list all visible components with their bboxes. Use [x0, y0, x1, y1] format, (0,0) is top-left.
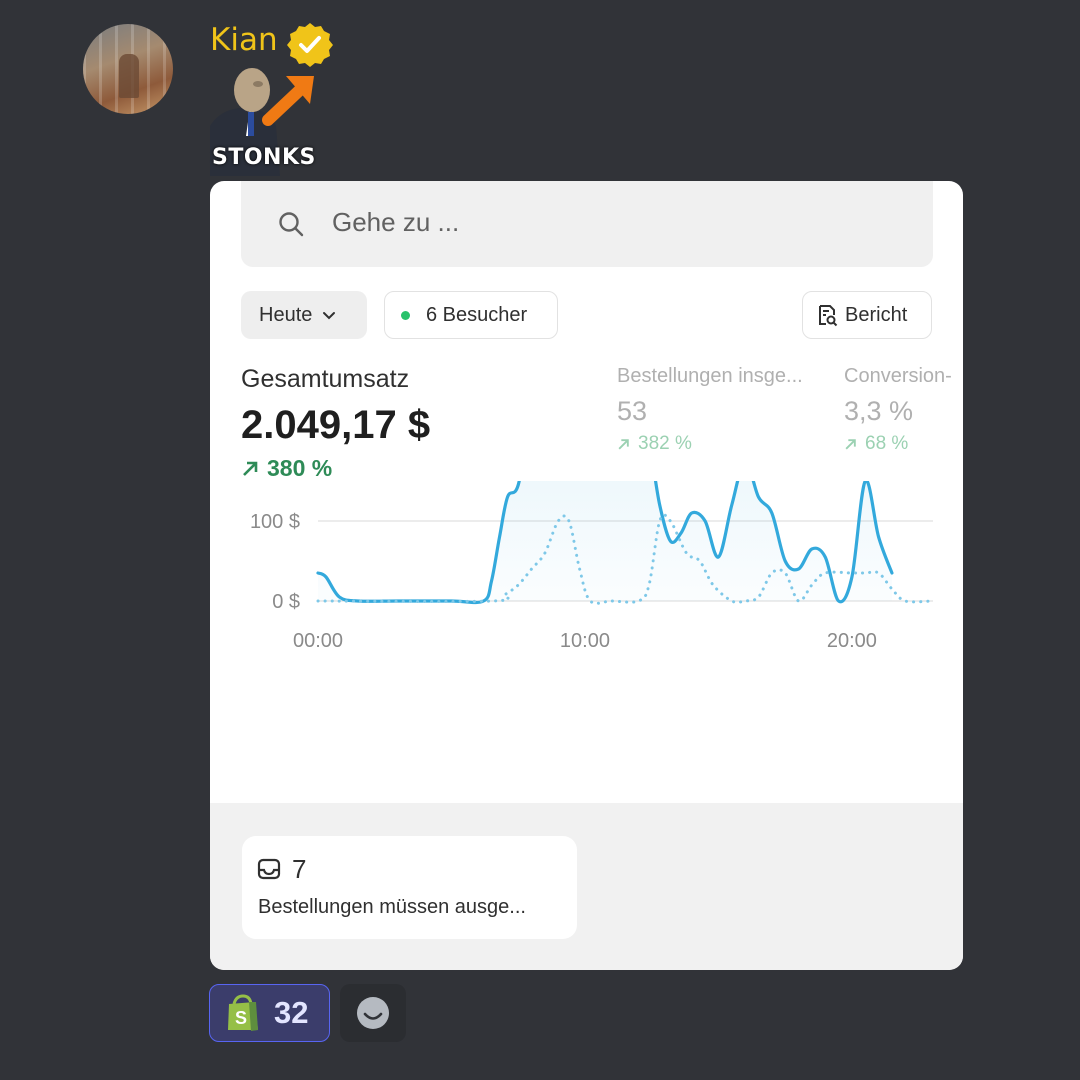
orders-change-value: 382 % — [638, 433, 692, 454]
orders-change: 382 % — [617, 433, 829, 455]
total-sales-change: 380 % — [241, 455, 332, 482]
total-sales-value: 2.049,17 $ — [241, 403, 431, 447]
orders-metric[interactable]: Bestellungen insge... 53 382 % — [617, 365, 829, 455]
live-visitors-button[interactable]: 6 Besucher — [384, 291, 558, 339]
verified-badge-icon — [287, 23, 333, 67]
reaction-count: 32 — [274, 995, 309, 1030]
search-icon — [279, 212, 304, 237]
report-icon — [819, 305, 838, 327]
report-button[interactable]: Bericht — [802, 291, 932, 339]
shopify-dashboard-card: Gehe zu ... Heute 6 Besucher Bericht Ges… — [210, 181, 963, 970]
sticker-label: STONKS — [212, 145, 316, 170]
arrow-up-right-icon — [845, 438, 856, 449]
orders-value: 53 — [617, 396, 648, 426]
x-tick-label: 10:00 — [560, 630, 610, 652]
chevron-down-icon — [323, 312, 336, 320]
x-tick-label: 00:00 — [293, 630, 343, 652]
x-tick-label: 20:00 — [827, 630, 877, 652]
live-dot-icon — [401, 310, 410, 320]
y-tick-label: 100 $ — [250, 511, 300, 533]
arrow-up-right-icon — [243, 461, 258, 476]
shopify-reaction-button[interactable]: S 32 — [209, 984, 330, 1042]
period-dropdown[interactable]: Heute — [241, 291, 367, 339]
report-label: Bericht — [845, 303, 908, 326]
inbox-icon — [257, 858, 281, 880]
visitors-label: 6 Besucher — [426, 303, 528, 326]
sales-line-chart[interactable]: 0 $100 $200 $00:0010:0020:00 — [210, 481, 963, 791]
stonks-sticker[interactable]: STONKS — [210, 66, 318, 176]
todo-count: 7 — [292, 854, 307, 884]
shopify-bag-icon: S — [228, 994, 258, 1031]
conversion-title: Conversion- — [844, 365, 952, 387]
add-reaction-button[interactable] — [340, 984, 406, 1042]
arrow-up-right-icon — [618, 438, 629, 449]
series-area — [318, 481, 892, 603]
total-sales-change-value: 380 % — [267, 455, 333, 481]
conversion-change: 68 % — [844, 433, 963, 455]
unfulfilled-orders-card[interactable]: 7 Bestellungen müssen ausge... — [242, 836, 577, 939]
user-avatar[interactable] — [83, 24, 173, 114]
orders-title: Bestellungen insge... — [617, 365, 803, 387]
y-tick-label: 0 $ — [272, 591, 300, 613]
username[interactable]: Kian — [210, 22, 278, 58]
period-label: Heute — [259, 303, 313, 326]
search-input[interactable]: Gehe zu ... — [241, 181, 933, 267]
svg-text:S: S — [235, 1008, 247, 1028]
smiley-icon — [357, 997, 389, 1029]
todo-section: 7 Bestellungen müssen ausge... — [210, 803, 963, 970]
conversion-change-value: 68 % — [865, 433, 909, 454]
search-placeholder: Gehe zu ... — [332, 207, 460, 237]
conversion-metric[interactable]: Conversion- 3,3 % 68 % — [844, 365, 963, 455]
todo-text: Bestellungen müssen ausge... — [258, 896, 526, 918]
total-sales-title[interactable]: Gesamtumsatz — [241, 365, 409, 394]
conversion-value: 3,3 % — [844, 396, 914, 426]
